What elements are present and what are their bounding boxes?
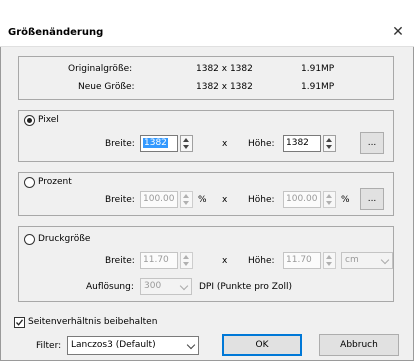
filter-value: Lanczos3 (Default) xyxy=(71,340,156,350)
print-width-input[interactable]: 11.70 xyxy=(140,252,178,269)
print-width-label: Breite: xyxy=(105,256,135,266)
pixel-width-spinner[interactable] xyxy=(180,135,193,152)
filter-label: Filter: xyxy=(36,341,62,351)
pixel-width-value: 1382 xyxy=(143,138,168,148)
spinner-down-icon xyxy=(183,145,189,149)
pixel-height-label: Höhe: xyxy=(248,139,275,149)
percent-width-label: Breite: xyxy=(105,195,135,205)
pixel-group xyxy=(18,110,394,162)
print-size-radio[interactable] xyxy=(24,234,35,245)
keep-ratio-checkbox[interactable] xyxy=(14,317,25,328)
info-group xyxy=(18,56,394,100)
pixel-x-separator: x xyxy=(222,139,228,149)
original-size-dims: 1382 x 1382 xyxy=(196,64,253,74)
chevron-down-icon xyxy=(179,281,189,291)
radio-selected-dot xyxy=(27,118,32,123)
checkmark-icon xyxy=(16,319,24,326)
filter-select[interactable]: Lanczos3 (Default) xyxy=(67,336,199,355)
spinner-up-icon xyxy=(183,194,189,198)
dialog-title: Größenänderung xyxy=(8,27,104,38)
percent-height-spinner[interactable] xyxy=(323,191,336,208)
print-width-spinner[interactable] xyxy=(180,252,193,269)
resolution-label: Auflösung: xyxy=(86,282,134,292)
print-height-spinner[interactable] xyxy=(323,252,336,269)
new-size-dims: 1382 x 1382 xyxy=(196,82,253,92)
new-size-mp: 1.91MP xyxy=(301,82,335,92)
print-size-radio-label[interactable]: Druckgröße xyxy=(38,234,90,244)
original-size-label: Originalgröße: xyxy=(68,64,133,74)
print-unit-select[interactable]: cm xyxy=(341,252,393,269)
percent-height-input[interactable]: 100.00 xyxy=(283,191,321,208)
spinner-up-icon xyxy=(326,194,332,198)
chevron-down-icon xyxy=(380,255,390,265)
pixel-radio[interactable] xyxy=(24,115,35,126)
percent-more-button[interactable]: ... xyxy=(360,188,384,210)
percent-width-unit: % xyxy=(198,195,207,205)
print-unit-value: cm xyxy=(345,255,359,265)
pixel-radio-label[interactable]: Pixel xyxy=(38,115,59,125)
dpi-label: DPI (Punkte pro Zoll) xyxy=(199,282,292,292)
original-size-mp: 1.91MP xyxy=(301,64,335,74)
ok-button[interactable]: OK xyxy=(222,334,302,356)
pixel-height-spinner[interactable] xyxy=(323,135,336,152)
spinner-up-icon xyxy=(183,138,189,142)
percent-height-label: Höhe: xyxy=(248,195,275,205)
spinner-up-icon xyxy=(183,255,189,259)
print-height-input[interactable]: 11.70 xyxy=(283,252,321,269)
spinner-up-icon xyxy=(326,138,332,142)
pixel-more-button[interactable]: ... xyxy=(360,132,384,154)
percent-x-separator: x xyxy=(222,195,228,205)
spinner-down-icon xyxy=(326,262,332,266)
pixel-width-input[interactable]: 1382 xyxy=(140,135,178,152)
resolution-value: 300 xyxy=(144,281,162,291)
chevron-down-icon xyxy=(186,340,196,350)
spinner-down-icon xyxy=(326,145,332,149)
percent-width-input[interactable]: 100.00 xyxy=(140,191,178,208)
keep-ratio-label[interactable]: Seitenverhältnis beibehalten xyxy=(28,317,157,327)
print-x-separator: x xyxy=(222,256,228,266)
spinner-down-icon xyxy=(183,262,189,266)
spinner-down-icon xyxy=(326,201,332,205)
percent-radio-label[interactable]: Prozent xyxy=(38,177,72,187)
print-height-label: Höhe: xyxy=(248,256,275,266)
close-icon[interactable]: ✕ xyxy=(389,23,407,41)
percent-height-unit: % xyxy=(341,195,350,205)
spinner-up-icon xyxy=(326,255,332,259)
new-size-label: Neue Größe: xyxy=(78,82,135,92)
resolution-select[interactable]: 300 xyxy=(140,278,192,295)
cancel-button[interactable]: Abbruch xyxy=(319,334,399,356)
percent-radio[interactable] xyxy=(24,177,35,188)
pixel-height-input[interactable]: 1382 xyxy=(283,135,321,152)
percent-group xyxy=(18,172,394,216)
spinner-down-icon xyxy=(183,201,189,205)
pixel-width-label: Breite: xyxy=(105,139,135,149)
percent-width-spinner[interactable] xyxy=(180,191,193,208)
